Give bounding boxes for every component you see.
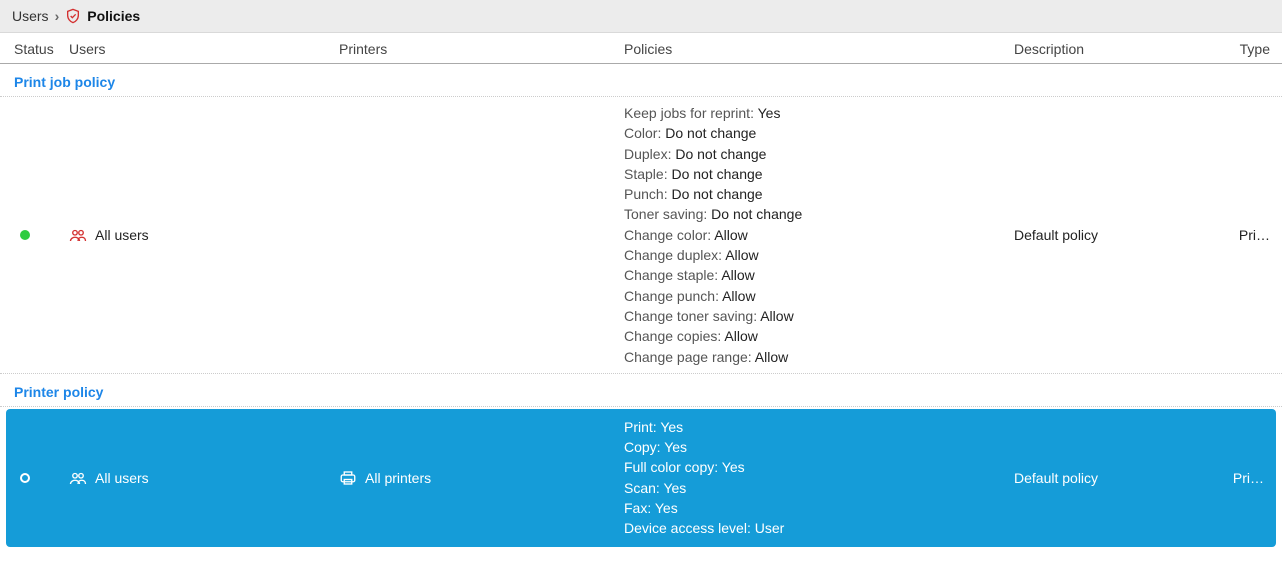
col-header-status[interactable]: Status [0,41,69,57]
policies-list: Print: Yes Copy: Yes Full color copy: Ye… [624,417,1014,539]
table-row[interactable]: All users Keep jobs for reprint: Yes Col… [0,97,1282,374]
col-header-policies[interactable]: Policies [624,41,1014,57]
description-value: Default policy [1014,227,1229,243]
users-value: All users [95,470,149,486]
description-value: Default policy [1014,470,1229,486]
status-active-icon [20,473,30,483]
chevron-right-icon: › [55,8,60,24]
group-header-print-job-policy[interactable]: Print job policy [0,64,1282,97]
col-header-users[interactable]: Users [69,41,339,57]
printers-value: All printers [365,470,431,486]
printer-icon [339,470,357,486]
users-value: All users [95,227,149,243]
group-header-printer-policy[interactable]: Printer policy [0,374,1282,407]
table-row[interactable]: All users All printers Print: Yes Copy: … [6,409,1276,547]
breadcrumb-parent[interactable]: Users [12,8,49,24]
shield-check-icon [65,8,81,24]
type-value: Pri… [1229,227,1282,243]
breadcrumb-current: Policies [87,8,140,24]
type-value: Pri… [1229,470,1276,486]
policies-list: Keep jobs for reprint: Yes Color: Do not… [624,103,1014,367]
status-active-icon [20,230,30,240]
col-header-printers[interactable]: Printers [339,41,624,57]
col-header-description[interactable]: Description [1014,41,1229,57]
users-group-icon [69,471,87,485]
col-header-type[interactable]: Type [1229,41,1282,57]
table-header: Status Users Printers Policies Descripti… [0,33,1282,64]
policies-table: Status Users Printers Policies Descripti… [0,33,1282,547]
users-group-icon [69,228,87,242]
breadcrumb: Users › Policies [0,0,1282,33]
